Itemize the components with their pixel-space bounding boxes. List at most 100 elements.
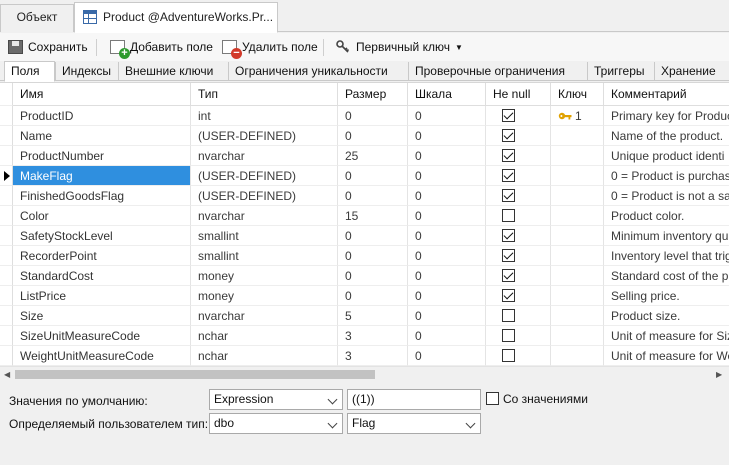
cell-type[interactable]: nchar xyxy=(191,346,338,366)
cell-name[interactable]: StandardCost xyxy=(13,266,191,286)
cell-size[interactable]: 25 xyxy=(338,146,408,166)
cell-size[interactable]: 0 xyxy=(338,286,408,306)
cell-notnull[interactable] xyxy=(486,346,551,366)
column-header-size[interactable]: Размер xyxy=(338,83,408,106)
cell-scale[interactable]: 0 xyxy=(408,326,486,346)
cell-name[interactable]: FinishedGoodsFlag xyxy=(13,186,191,206)
not-null-checkbox[interactable] xyxy=(502,289,515,302)
column-header-key[interactable]: Ключ xyxy=(551,83,604,106)
cell-scale[interactable]: 0 xyxy=(408,286,486,306)
cell-scale[interactable]: 0 xyxy=(408,266,486,286)
cell-key[interactable] xyxy=(551,326,604,346)
row-header[interactable] xyxy=(0,146,13,166)
row-header[interactable] xyxy=(0,206,13,226)
cell-comment[interactable]: Inventory level that trig xyxy=(604,246,729,266)
row-header[interactable] xyxy=(0,306,13,326)
cell-name[interactable]: ProductID xyxy=(13,106,191,126)
cell-name[interactable]: WeightUnitMeasureCode xyxy=(13,346,191,366)
cell-size[interactable]: 0 xyxy=(338,106,408,126)
cell-notnull[interactable] xyxy=(486,266,551,286)
cell-scale[interactable]: 0 xyxy=(408,146,486,166)
cell-type[interactable]: nvarchar xyxy=(191,306,338,326)
cell-notnull[interactable] xyxy=(486,186,551,206)
cell-key[interactable] xyxy=(551,346,604,366)
not-null-checkbox[interactable] xyxy=(502,129,515,142)
cell-notnull[interactable] xyxy=(486,146,551,166)
cell-name[interactable]: MakeFlag xyxy=(13,166,191,186)
row-header[interactable] xyxy=(0,126,13,146)
cell-type[interactable]: (USER-DEFINED) xyxy=(191,126,338,146)
tab-unique-constraints[interactable]: Ограничения уникальности xyxy=(228,62,408,81)
cell-notnull[interactable] xyxy=(486,246,551,266)
cell-name[interactable]: ListPrice xyxy=(13,286,191,306)
cell-key[interactable] xyxy=(551,126,604,146)
row-header[interactable] xyxy=(0,326,13,346)
with-values-checkbox[interactable] xyxy=(486,392,499,405)
cell-comment[interactable]: Unit of measure for We xyxy=(604,346,729,366)
cell-type[interactable]: money xyxy=(191,266,338,286)
tab-product-table[interactable]: Product @AdventureWorks.Pr... xyxy=(74,2,278,33)
cell-key[interactable] xyxy=(551,206,604,226)
cell-comment[interactable]: Standard cost of the p xyxy=(604,266,729,286)
primary-key-button[interactable]: Первичный ключ ▼ xyxy=(334,37,463,57)
cell-scale[interactable]: 0 xyxy=(408,106,486,126)
row-header[interactable] xyxy=(0,266,13,286)
cell-comment[interactable]: Selling price. xyxy=(604,286,729,306)
not-null-checkbox[interactable] xyxy=(502,209,515,222)
cell-size[interactable]: 0 xyxy=(338,166,408,186)
cell-type[interactable]: (USER-DEFINED) xyxy=(191,166,338,186)
horizontal-scrollbar[interactable]: ◀ ▶ xyxy=(0,366,729,381)
cell-name[interactable]: Color xyxy=(13,206,191,226)
tab-triggers[interactable]: Триггеры xyxy=(587,62,654,81)
cell-size[interactable]: 0 xyxy=(338,266,408,286)
cell-key[interactable] xyxy=(551,266,604,286)
cell-key[interactable] xyxy=(551,166,604,186)
cell-type[interactable]: money xyxy=(191,286,338,306)
cell-size[interactable]: 0 xyxy=(338,126,408,146)
row-header[interactable] xyxy=(0,246,13,266)
cell-name[interactable]: ProductNumber xyxy=(13,146,191,166)
cell-comment[interactable]: Primary key for Produc xyxy=(604,106,729,126)
cell-comment[interactable]: Minimum inventory qu xyxy=(604,226,729,246)
cell-comment[interactable]: Product color. xyxy=(604,206,729,226)
udt-name-select[interactable]: Flag xyxy=(347,413,481,434)
cell-scale[interactable]: 0 xyxy=(408,346,486,366)
cell-name[interactable]: Size xyxy=(13,306,191,326)
cell-type[interactable]: nvarchar xyxy=(191,206,338,226)
scrollbar-thumb[interactable] xyxy=(15,370,375,379)
cell-scale[interactable]: 0 xyxy=(408,226,486,246)
cell-scale[interactable]: 0 xyxy=(408,126,486,146)
default-kind-select[interactable]: Expression xyxy=(209,389,343,410)
add-field-button[interactable]: Добавить поле xyxy=(108,37,213,59)
not-null-checkbox[interactable] xyxy=(502,309,515,322)
cell-name[interactable]: Name xyxy=(13,126,191,146)
cell-type[interactable]: smallint xyxy=(191,226,338,246)
scroll-right-icon[interactable]: ▶ xyxy=(716,370,722,379)
cell-notnull[interactable] xyxy=(486,306,551,326)
cell-type[interactable]: (USER-DEFINED) xyxy=(191,186,338,206)
cell-size[interactable]: 0 xyxy=(338,226,408,246)
cell-key[interactable]: 1 xyxy=(551,106,604,126)
column-header-type[interactable]: Тип xyxy=(191,83,338,106)
row-header[interactable] xyxy=(0,226,13,246)
cell-name[interactable]: RecorderPoint xyxy=(13,246,191,266)
cell-notnull[interactable] xyxy=(486,126,551,146)
not-null-checkbox[interactable] xyxy=(502,229,515,242)
row-header[interactable] xyxy=(0,106,13,126)
cell-comment[interactable]: Unit of measure for Siz xyxy=(604,326,729,346)
cell-scale[interactable]: 0 xyxy=(408,186,486,206)
cell-size[interactable]: 3 xyxy=(338,326,408,346)
cell-size[interactable]: 0 xyxy=(338,246,408,266)
cell-notnull[interactable] xyxy=(486,326,551,346)
save-button[interactable]: Сохранить xyxy=(6,37,88,57)
not-null-checkbox[interactable] xyxy=(502,329,515,342)
cell-notnull[interactable] xyxy=(486,166,551,186)
cell-size[interactable]: 15 xyxy=(338,206,408,226)
not-null-checkbox[interactable] xyxy=(502,189,515,202)
column-header-notnull[interactable]: Не null xyxy=(486,83,551,106)
cell-scale[interactable]: 0 xyxy=(408,306,486,326)
row-header[interactable] xyxy=(0,186,13,206)
tab-fields[interactable]: Поля xyxy=(4,61,55,82)
tab-storage[interactable]: Хранение xyxy=(654,62,729,81)
not-null-checkbox[interactable] xyxy=(502,149,515,162)
